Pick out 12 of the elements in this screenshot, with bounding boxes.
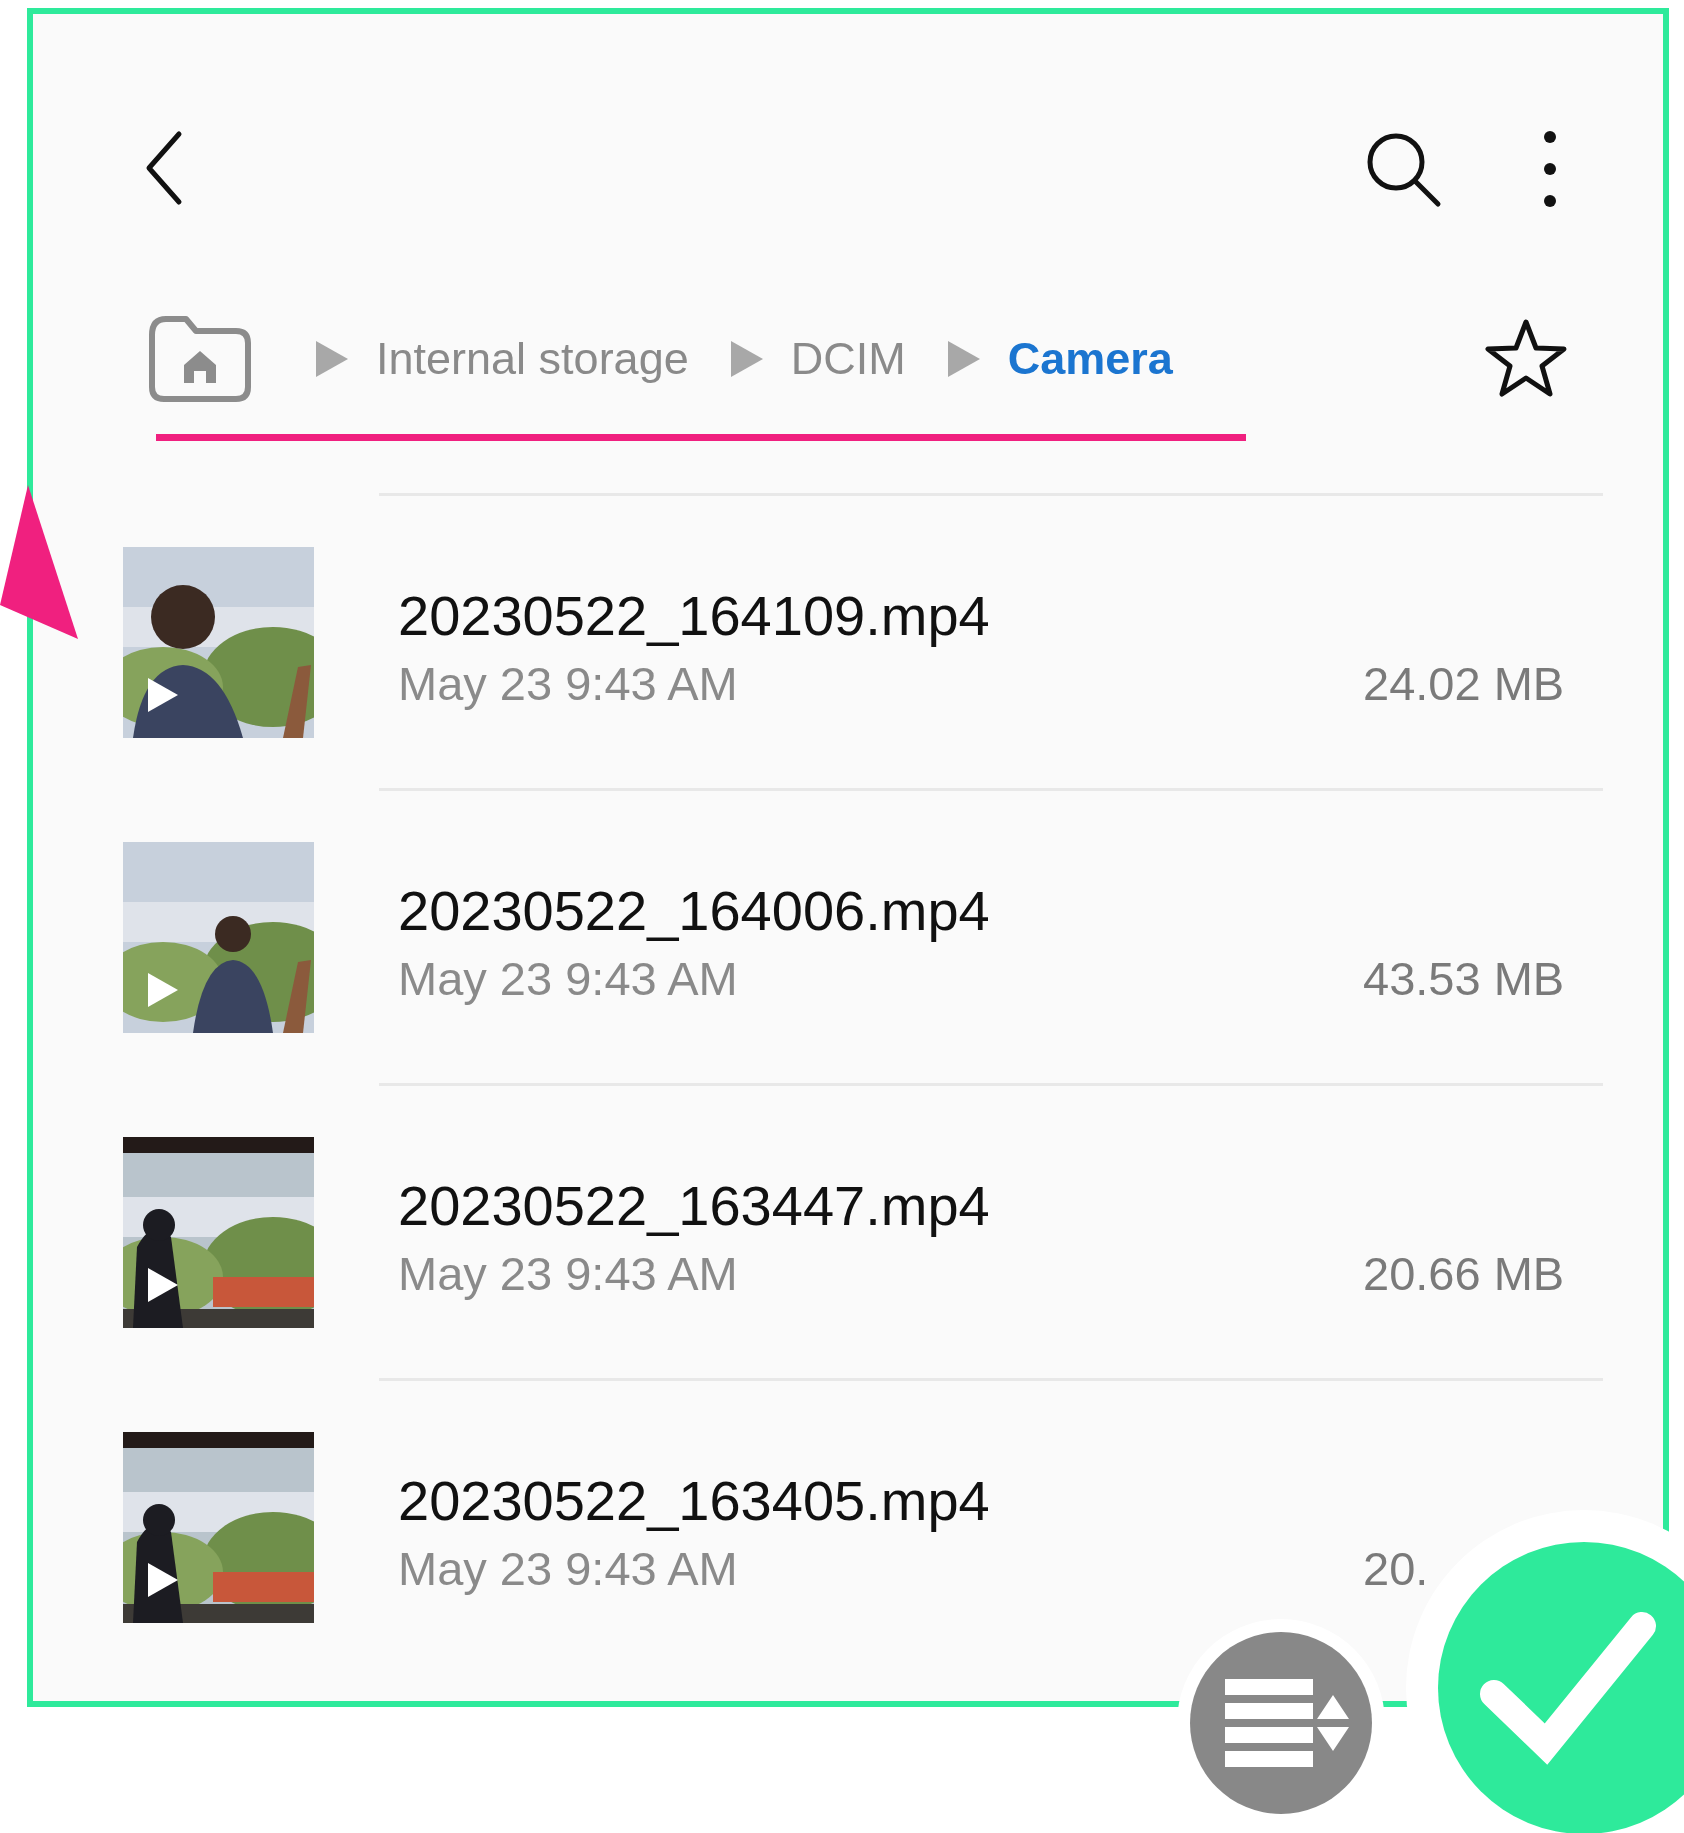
breadcrumb-item[interactable]: Camera: [1007, 325, 1173, 393]
home-folder-icon[interactable]: [146, 313, 254, 405]
chevron-icon: [728, 339, 765, 379]
breadcrumb-item[interactable]: DCIM: [790, 325, 906, 393]
more-options-icon[interactable]: [1542, 129, 1558, 209]
file-size: 24.02 MB: [1363, 660, 1566, 707]
chevron-icon: [314, 339, 350, 379]
file-size: 43.53 MB: [1363, 955, 1566, 1002]
chevron-icon: [945, 339, 982, 379]
breadcrumb-item[interactable]: Internal storage: [376, 325, 689, 393]
file-size: 20.66 MB: [1363, 1250, 1566, 1297]
file-size: 20.: [1363, 1545, 1430, 1592]
